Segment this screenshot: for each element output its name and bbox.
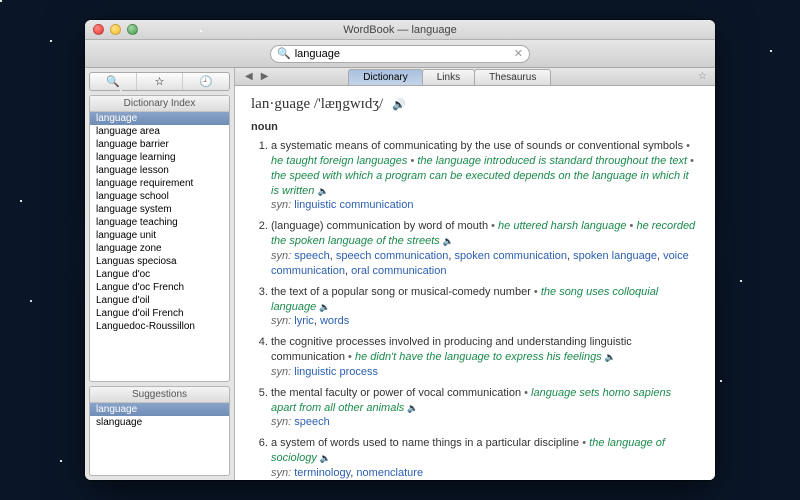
index-item[interactable]: language requirement — [90, 177, 229, 190]
synonym-link[interactable]: oral communication — [351, 265, 446, 277]
sidebar: 🔍 ☆ 🕘 Dictionary Index languagelanguage … — [85, 68, 235, 480]
syn-label: syn: — [271, 416, 291, 428]
synonym-link[interactable]: speech — [294, 250, 329, 262]
close-button[interactable] — [93, 24, 104, 35]
search-field[interactable]: 🔍 ✕ — [270, 45, 530, 63]
entry-content: lan·guage /'læŋgwɪdʒ/ 🔊 noun a systemati… — [235, 86, 715, 480]
sidebar-mode-search[interactable]: 🔍 — [90, 73, 137, 90]
index-item[interactable]: language learning — [90, 151, 229, 164]
part-of-speech: noun — [251, 120, 699, 135]
dictionary-index-panel: Dictionary Index languagelanguage areala… — [89, 95, 230, 382]
syn-label: syn: — [271, 467, 291, 479]
sense-audio-icon[interactable]: 🔈 — [317, 186, 328, 196]
index-item[interactable]: Langue d'oil French — [90, 307, 229, 320]
clear-search-icon[interactable]: ✕ — [514, 47, 523, 60]
suggestion-item[interactable]: language — [90, 403, 229, 416]
sidebar-mode-switch: 🔍 ☆ 🕘 — [89, 72, 230, 91]
synonym-link[interactable]: speech communication — [336, 250, 449, 262]
sense-item: the cognitive processes involved in prod… — [271, 335, 699, 380]
index-item[interactable]: language — [90, 112, 229, 125]
nav-forward-button[interactable]: ▶ — [257, 71, 273, 82]
example: the speed with which a program can be ex… — [271, 170, 689, 197]
index-item[interactable]: language school — [90, 190, 229, 203]
index-item[interactable]: Langue d'oc — [90, 268, 229, 281]
index-item[interactable]: language unit — [90, 229, 229, 242]
definition: a systematic means of communicating by t… — [271, 140, 683, 152]
index-item[interactable]: language area — [90, 125, 229, 138]
sense-audio-icon[interactable]: 🔈 — [605, 352, 616, 362]
index-item[interactable]: language system — [90, 203, 229, 216]
suggestions-list[interactable]: languageslanguage — [90, 403, 229, 429]
index-item[interactable]: Langue d'oc French — [90, 281, 229, 294]
example: he taught foreign languages — [271, 155, 407, 167]
example: he didn't have the language to express h… — [355, 351, 602, 363]
index-item[interactable]: language zone — [90, 242, 229, 255]
synonym-link[interactable]: linguistic process — [294, 366, 378, 378]
sense-item: the mental faculty or power of vocal com… — [271, 386, 699, 431]
dictionary-index-title: Dictionary Index — [90, 96, 229, 112]
syn-label: syn: — [271, 199, 291, 211]
synonym-link[interactable]: words — [320, 315, 349, 327]
tab-links[interactable]: Links — [422, 69, 475, 85]
synonym-link[interactable]: terminology — [294, 467, 350, 479]
sense-audio-icon[interactable]: 🔈 — [319, 302, 330, 312]
index-item[interactable]: Languas speciosa — [90, 255, 229, 268]
index-item[interactable]: Languedoc-Roussillon — [90, 320, 229, 333]
pronounce-button[interactable]: 🔊 — [392, 99, 406, 111]
sense-audio-icon[interactable]: 🔈 — [407, 403, 418, 413]
example: he uttered harsh language — [498, 220, 626, 232]
sense-audio-icon[interactable]: 🔈 — [320, 453, 331, 463]
syn-label: syn: — [271, 250, 291, 262]
zoom-button[interactable] — [127, 24, 138, 35]
search-icon: 🔍 — [277, 47, 291, 60]
synonym-link[interactable]: speech — [294, 416, 329, 428]
suggestions-title: Suggestions — [90, 387, 229, 403]
example: the language introduced is standard thro… — [417, 155, 687, 167]
senses-list: a systematic means of communicating by t… — [251, 139, 699, 480]
dictionary-index-list[interactable]: languagelanguage arealanguage barrierlan… — [90, 112, 229, 381]
synonym-link[interactable]: linguistic communication — [294, 199, 413, 211]
sense-item: (language) communication by word of mout… — [271, 219, 699, 278]
index-item[interactable]: language lesson — [90, 164, 229, 177]
sense-item: the text of a popular song or musical-co… — [271, 285, 699, 330]
index-item[interactable]: Langue d'oil — [90, 294, 229, 307]
definition: the mental faculty or power of vocal com… — [271, 387, 521, 399]
index-item[interactable]: language teaching — [90, 216, 229, 229]
window-title: WordBook — language — [85, 24, 715, 36]
tabs: DictionaryLinksThesaurus — [348, 69, 550, 85]
definition: (language) communication by word of mout… — [271, 220, 488, 232]
syn-label: syn: — [271, 315, 291, 327]
sidebar-mode-history[interactable]: 🕘 — [183, 73, 229, 90]
index-item[interactable]: language barrier — [90, 138, 229, 151]
synonym-link[interactable]: nomenclature — [356, 467, 423, 479]
favorite-toggle[interactable]: ☆ — [690, 71, 715, 82]
syn-label: syn: — [271, 366, 291, 378]
sense-audio-icon[interactable]: 🔈 — [443, 236, 454, 246]
synonym-link[interactable]: spoken language — [573, 250, 657, 262]
suggestions-panel: Suggestions languageslanguage — [89, 386, 230, 476]
search-input[interactable] — [295, 48, 514, 60]
traffic-lights — [85, 24, 138, 35]
nav-back-button[interactable]: ◀ — [241, 71, 257, 82]
toolbar: 🔍 ✕ — [85, 40, 715, 68]
main-pane: ◀ ▶ DictionaryLinksThesaurus ☆ lan·guage… — [235, 68, 715, 480]
titlebar: WordBook — language — [85, 20, 715, 40]
sidebar-mode-favorites[interactable]: ☆ — [137, 73, 184, 90]
app-window: WordBook — language 🔍 ✕ 🔍 ☆ 🕘 Dictionary… — [85, 20, 715, 480]
headword: lan·guage /'læŋgwɪdʒ/ — [251, 96, 383, 112]
synonym-link[interactable]: lyric — [294, 315, 314, 327]
tab-thesaurus[interactable]: Thesaurus — [474, 69, 551, 85]
synonym-link[interactable]: spoken communication — [455, 250, 568, 262]
definition: the text of a popular song or musical-co… — [271, 286, 531, 298]
minimize-button[interactable] — [110, 24, 121, 35]
suggestion-item[interactable]: slanguage — [90, 416, 229, 429]
sense-item: a systematic means of communicating by t… — [271, 139, 699, 213]
sense-item: a system of words used to name things in… — [271, 436, 699, 480]
definition: a system of words used to name things in… — [271, 437, 579, 449]
tab-dictionary[interactable]: Dictionary — [348, 69, 422, 85]
tabbar: ◀ ▶ DictionaryLinksThesaurus ☆ — [235, 68, 715, 86]
